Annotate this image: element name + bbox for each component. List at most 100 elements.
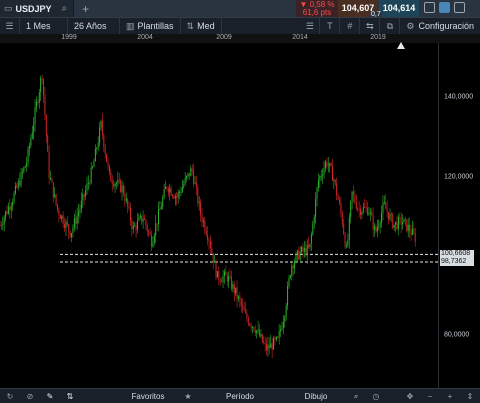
candle-body [261,334,263,342]
pencil-icon[interactable]: ✎ [40,389,60,403]
candle-body [295,253,297,262]
zoom-out-icon[interactable]: − [420,389,440,403]
candle-body [145,219,147,226]
layout-single-icon[interactable] [439,2,450,13]
candle-body [111,181,113,184]
candle-body [271,343,273,350]
search-icon[interactable]: ⌕ [62,3,68,14]
candle-body [35,102,37,108]
candle-body [333,180,335,182]
price-type-icon: ⇅ [186,20,195,31]
candle-body [82,194,84,201]
candle-body [413,228,415,233]
candle-body [208,239,210,242]
candle-body [351,191,353,202]
indicators-icon[interactable]: ☰ [300,17,321,35]
candle-body [96,148,98,150]
candle-body [65,221,67,228]
function-icon[interactable]: 𝓍 [346,389,366,403]
compare-icon[interactable]: ⇆ [360,17,381,35]
candle-body [142,218,144,222]
candle-body [186,176,188,179]
candle-body [250,324,252,328]
period-button[interactable]: Período [208,389,272,403]
candle-body [75,218,77,224]
candle-body [365,207,367,209]
no-entry-icon[interactable]: ⊘ [20,389,40,403]
candle-body [367,207,369,215]
candle-body [156,223,158,225]
candle-body [44,94,46,116]
instrument-tab[interactable]: ▭ USDJPY ⌕ [0,0,75,17]
layout-split-icon[interactable] [454,2,465,13]
candle-body [331,165,333,181]
tools-icon[interactable]: ⇅ [60,389,80,403]
favorites-button[interactable]: Favoritos [118,389,178,403]
candle-body [139,215,141,218]
candle-body [353,191,354,195]
text-tool-icon[interactable]: T [320,17,341,35]
chart-icon: ▭ [4,3,13,13]
candle-body [239,296,241,301]
candle-body [341,212,343,225]
time-axis: 1999 2004 2009 2014 2019 [0,34,480,43]
candle-body [235,287,237,294]
candle-body [392,214,394,228]
candle-body [97,142,99,149]
instrument-symbol: USDJPY [15,3,52,14]
candle-body [306,244,308,256]
candle-body [285,305,287,317]
chart-toolbar: ☰ 1 Mes 26 Años ▥ Plantillas ⇅ Med ☰ T #… [0,17,480,35]
buy-price-button[interactable]: 104,614 [379,0,419,17]
candle-body [371,212,373,216]
candle-body [104,147,106,154]
candle-body [334,180,336,184]
candle-body [379,222,381,227]
zoom-in-icon[interactable]: + [440,389,460,403]
candle-body [180,192,182,194]
candle-body [316,187,318,199]
candle-body [100,121,102,128]
candle-body [118,179,120,181]
interval-select[interactable]: 1 Mes [20,17,68,35]
candle-body [174,196,176,199]
price-line-tag: 98,7362 [440,258,474,266]
clock-icon[interactable]: ◷ [366,389,386,403]
candle-body [103,134,105,148]
range-select[interactable]: 26 Años [68,17,120,35]
candle-body [247,318,249,325]
candle-body [226,275,228,282]
templates-button[interactable]: ▥ Plantillas [120,17,181,35]
candle-body [270,343,272,348]
settings-button[interactable]: ⚙ Configuración [400,18,480,35]
candle-body [200,202,202,215]
copy-icon[interactable]: ⧉ [380,17,401,35]
add-tab-icon[interactable]: + [74,2,97,16]
candle-body [222,276,224,282]
candle-body [165,186,167,189]
candle-body [322,175,324,177]
star-icon[interactable]: ★ [178,389,198,403]
candle-body [260,334,262,337]
layout-grid-icon[interactable] [424,2,435,13]
candle-body [30,138,32,147]
year-label: 1999 [61,34,77,41]
candle-body [299,251,301,260]
drawing-button[interactable]: Dibujo [286,389,346,403]
candle-body [358,208,360,210]
candle-body [254,330,256,334]
move-icon[interactable]: ✥ [400,389,420,403]
candle-body [383,202,385,204]
price-chart[interactable] [0,43,438,388]
candle-body [402,222,404,225]
candle-body [320,176,322,178]
candle-body [7,206,9,214]
price-type-select[interactable]: ⇅ Med [181,17,222,35]
fit-icon[interactable]: ⇕ [460,389,480,403]
candle-body [246,312,248,319]
refresh-icon[interactable]: ↻ [0,389,20,403]
crosshair-icon[interactable]: # [340,17,361,35]
candle-body [197,186,199,204]
menu-icon[interactable]: ☰ [0,17,20,35]
candle-body [94,148,96,162]
